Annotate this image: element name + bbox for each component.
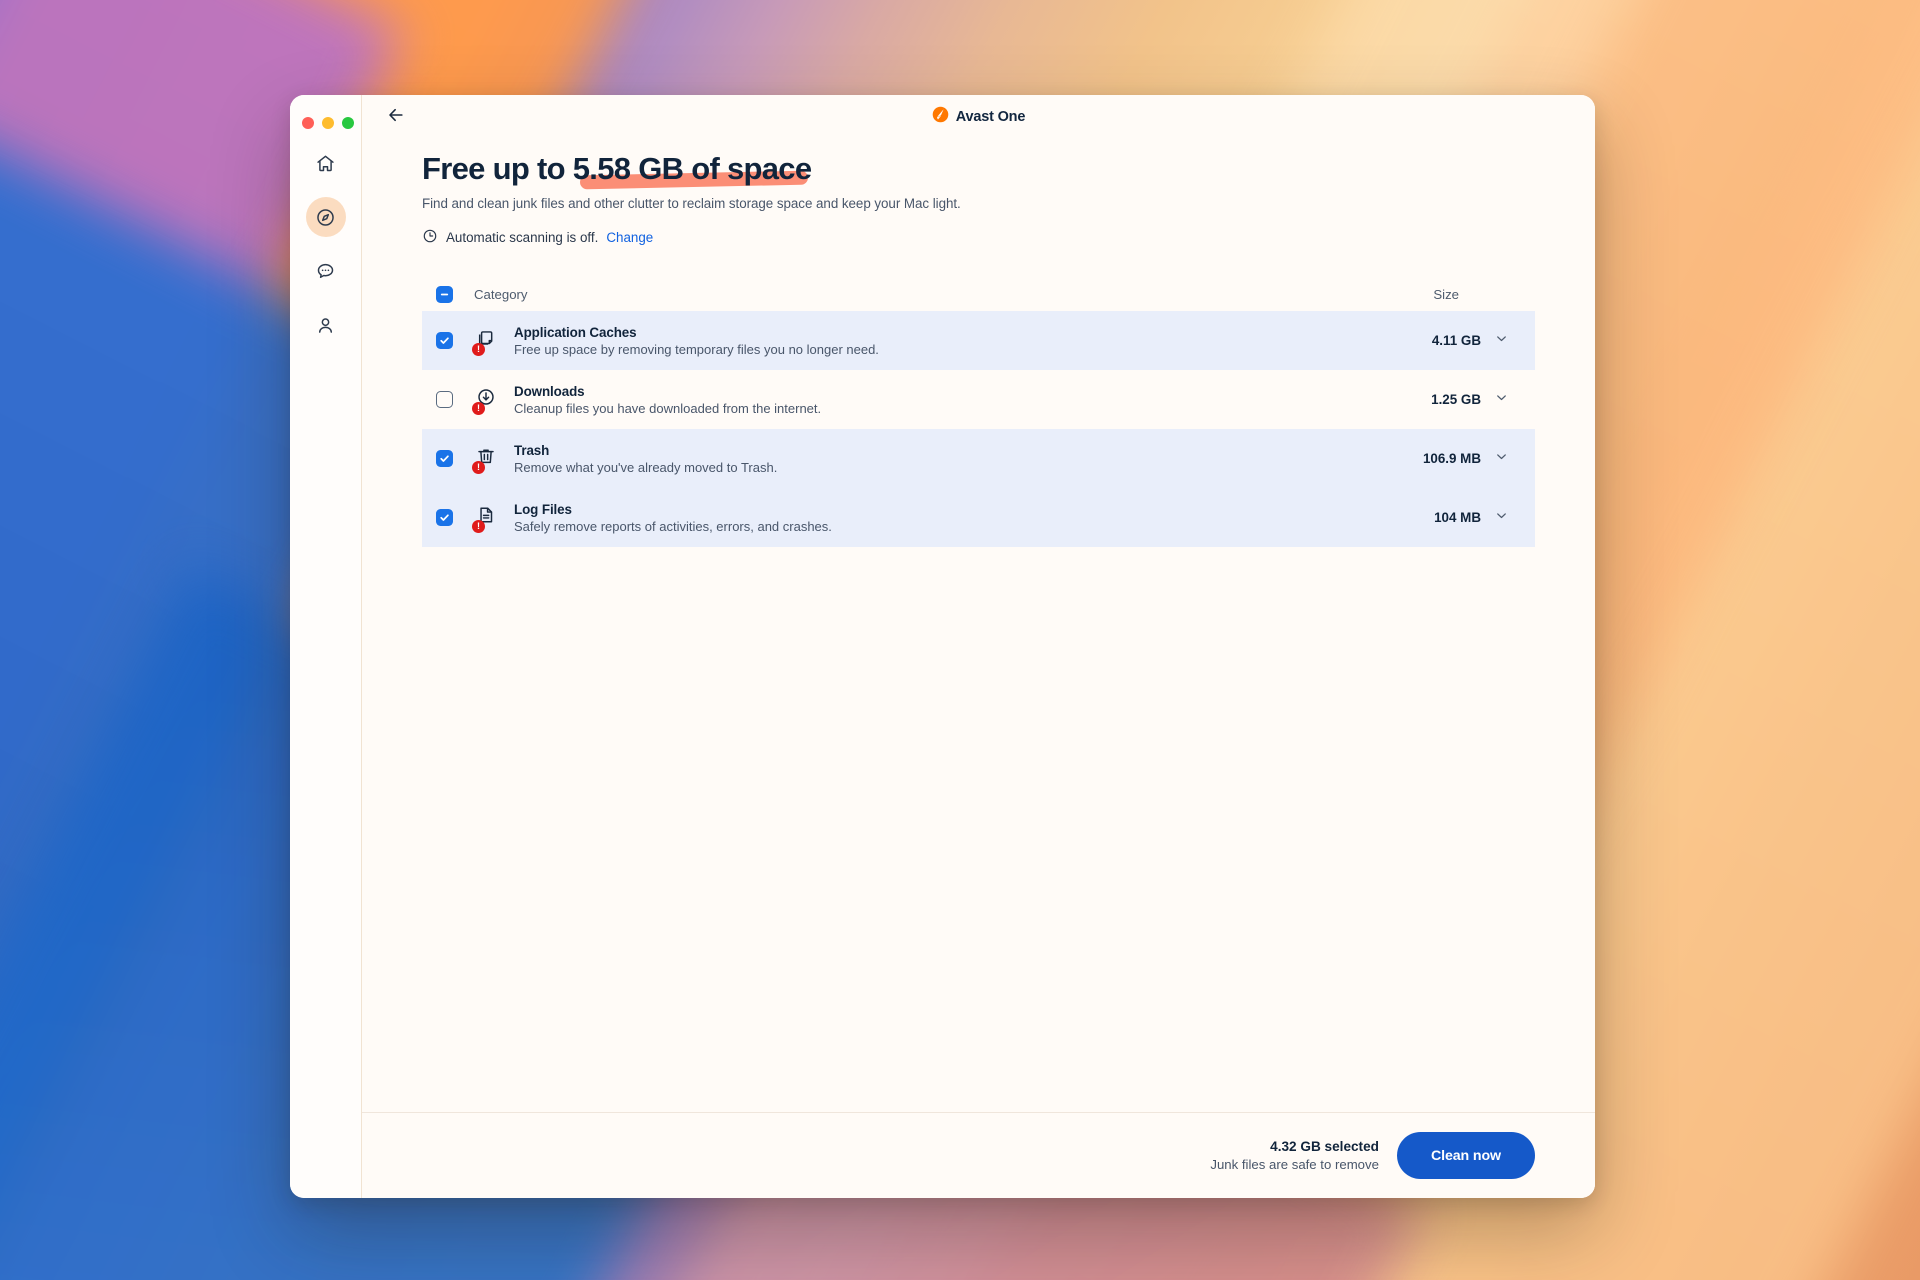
clean-now-button[interactable]: Clean now [1396, 1132, 1535, 1179]
title-bar: Avast One [362, 95, 1595, 139]
table-header-row: Category Size [422, 277, 1535, 311]
close-window-button[interactable] [302, 117, 314, 129]
row-text-block: Log Files Safely remove reports of activ… [514, 502, 832, 534]
app-brand: Avast One [932, 106, 1025, 128]
page-subtitle: Find and clean junk files and other clut… [422, 196, 961, 211]
row-checkbox[interactable] [436, 391, 453, 408]
page-title: Free up to 5.58 GB of space [422, 151, 812, 186]
page-title-wrapper: Free up to 5.58 GB of space [422, 151, 812, 190]
chevron-down-icon [1494, 449, 1509, 469]
selected-size-label: 4.32 GB selected [1270, 1139, 1379, 1154]
row-size: 1.25 GB [1431, 392, 1481, 407]
window-controls [302, 117, 354, 129]
expand-row-button[interactable] [1481, 331, 1521, 351]
avast-one-window: Avast One Free up to 5.58 GB of space Fi… [290, 95, 1595, 1198]
chat-bubble-icon [315, 261, 336, 282]
table-row[interactable]: ! Application Caches Free up space by re… [422, 311, 1535, 370]
row-checkbox[interactable] [436, 509, 453, 526]
table-row[interactable]: ! Trash Remove what you've already moved… [422, 429, 1535, 488]
table-row[interactable]: ! Downloads Cleanup files you have downl… [422, 370, 1535, 429]
main-panel: Avast One Free up to 5.58 GB of space Fi… [362, 95, 1595, 1198]
row-checkbox[interactable] [436, 450, 453, 467]
category-icon-wrapper: ! [472, 447, 498, 474]
content-area: Free up to 5.58 GB of space Find and cle… [362, 139, 1595, 1112]
row-title: Application Caches [514, 324, 637, 340]
row-size: 4.11 GB [1431, 333, 1481, 348]
footer-bar: 4.32 GB selected Junk files are safe to … [362, 1112, 1595, 1198]
select-all-checkbox[interactable] [436, 285, 453, 303]
sidebar-item-messages[interactable] [306, 251, 346, 291]
expand-row-button[interactable] [1481, 449, 1521, 469]
compass-icon [315, 207, 336, 228]
arrow-left-icon [386, 105, 406, 130]
expand-row-button[interactable] [1481, 390, 1521, 410]
back-button[interactable] [382, 103, 410, 131]
sidebar-item-home[interactable] [306, 143, 346, 183]
column-header-size: Size [1433, 286, 1459, 302]
warning-badge-icon: ! [472, 460, 485, 474]
table-row[interactable]: ! Log Files Safely remove reports of act… [422, 488, 1535, 547]
row-description: Remove what you've already moved to Tras… [514, 459, 778, 475]
sidebar-item-account[interactable] [306, 305, 346, 345]
chevron-down-icon [1494, 331, 1509, 351]
warning-badge-icon: ! [472, 401, 485, 415]
row-title: Downloads [514, 383, 585, 399]
row-title: Log Files [514, 501, 572, 517]
row-text-block: Downloads Cleanup files you have downloa… [514, 384, 821, 416]
minimize-window-button[interactable] [322, 117, 334, 129]
row-size: 106.9 MB [1422, 451, 1481, 466]
scan-status-bar: Automatic scanning is off. Change [422, 228, 1535, 247]
category-icon-wrapper: ! [472, 506, 498, 533]
scan-status-text: Automatic scanning is off. [446, 230, 599, 245]
category-icon-wrapper: ! [472, 388, 498, 415]
row-description: Free up space by removing temporary file… [514, 341, 879, 357]
footer-summary: 4.32 GB selected Junk files are safe to … [1210, 1139, 1379, 1172]
maximize-window-button[interactable] [342, 117, 354, 129]
sidebar [290, 95, 362, 1198]
row-text-block: Application Caches Free up space by remo… [514, 325, 879, 357]
category-icon-wrapper: ! [472, 329, 498, 356]
row-text-block: Trash Remove what you've already moved t… [514, 443, 777, 475]
column-header-category: Category [474, 286, 528, 302]
row-size: 104 MB [1434, 510, 1481, 525]
junk-category-table: Category Size ! Application Caches Free … [422, 277, 1535, 547]
warning-badge-icon: ! [472, 342, 485, 356]
sidebar-item-explore[interactable] [305, 197, 346, 237]
home-icon [315, 153, 336, 174]
avast-logo-icon [932, 106, 949, 128]
row-description: Cleanup files you have downloaded from t… [514, 400, 822, 416]
change-schedule-link[interactable]: Change [606, 230, 653, 245]
warning-badge-icon: ! [472, 519, 485, 533]
expand-row-button[interactable] [1481, 508, 1521, 528]
safety-note: Junk files are safe to remove [1210, 1157, 1379, 1172]
row-description: Safely remove reports of activities, err… [514, 518, 832, 534]
chevron-down-icon [1494, 390, 1509, 410]
app-title: Avast One [955, 109, 1026, 125]
desktop-wallpaper: Avast One Free up to 5.58 GB of space Fi… [0, 0, 1920, 1280]
chevron-down-icon [1494, 508, 1509, 528]
row-title: Trash [514, 442, 550, 458]
row-checkbox[interactable] [436, 332, 453, 349]
person-icon [315, 315, 336, 336]
clock-icon [422, 228, 438, 247]
